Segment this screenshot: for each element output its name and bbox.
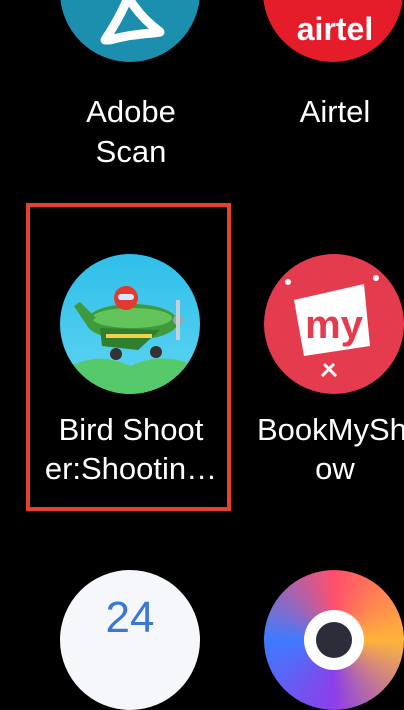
- adobe-scan-icon: [60, 0, 200, 62]
- app-label-line2: ow: [315, 451, 355, 486]
- app-label-line1: BookMySh: [257, 412, 404, 447]
- partial-app-icon[interactable]: [264, 570, 404, 710]
- app-label-line2: Scan: [95, 134, 167, 169]
- selection-highlight-box: [26, 203, 231, 511]
- bookmyshow-wordmark: my: [305, 303, 364, 347]
- app-label-line1: Airtel: [299, 94, 371, 129]
- bookmyshow-icon: my: [264, 254, 404, 394]
- app-label-line1: Adobe: [86, 94, 176, 129]
- partial-app-icon[interactable]: 24: [60, 570, 200, 710]
- airtel-wordmark: airtel: [297, 11, 373, 47]
- airtel-icon: airtel: [263, 0, 403, 62]
- svg-text:24: 24: [106, 593, 155, 642]
